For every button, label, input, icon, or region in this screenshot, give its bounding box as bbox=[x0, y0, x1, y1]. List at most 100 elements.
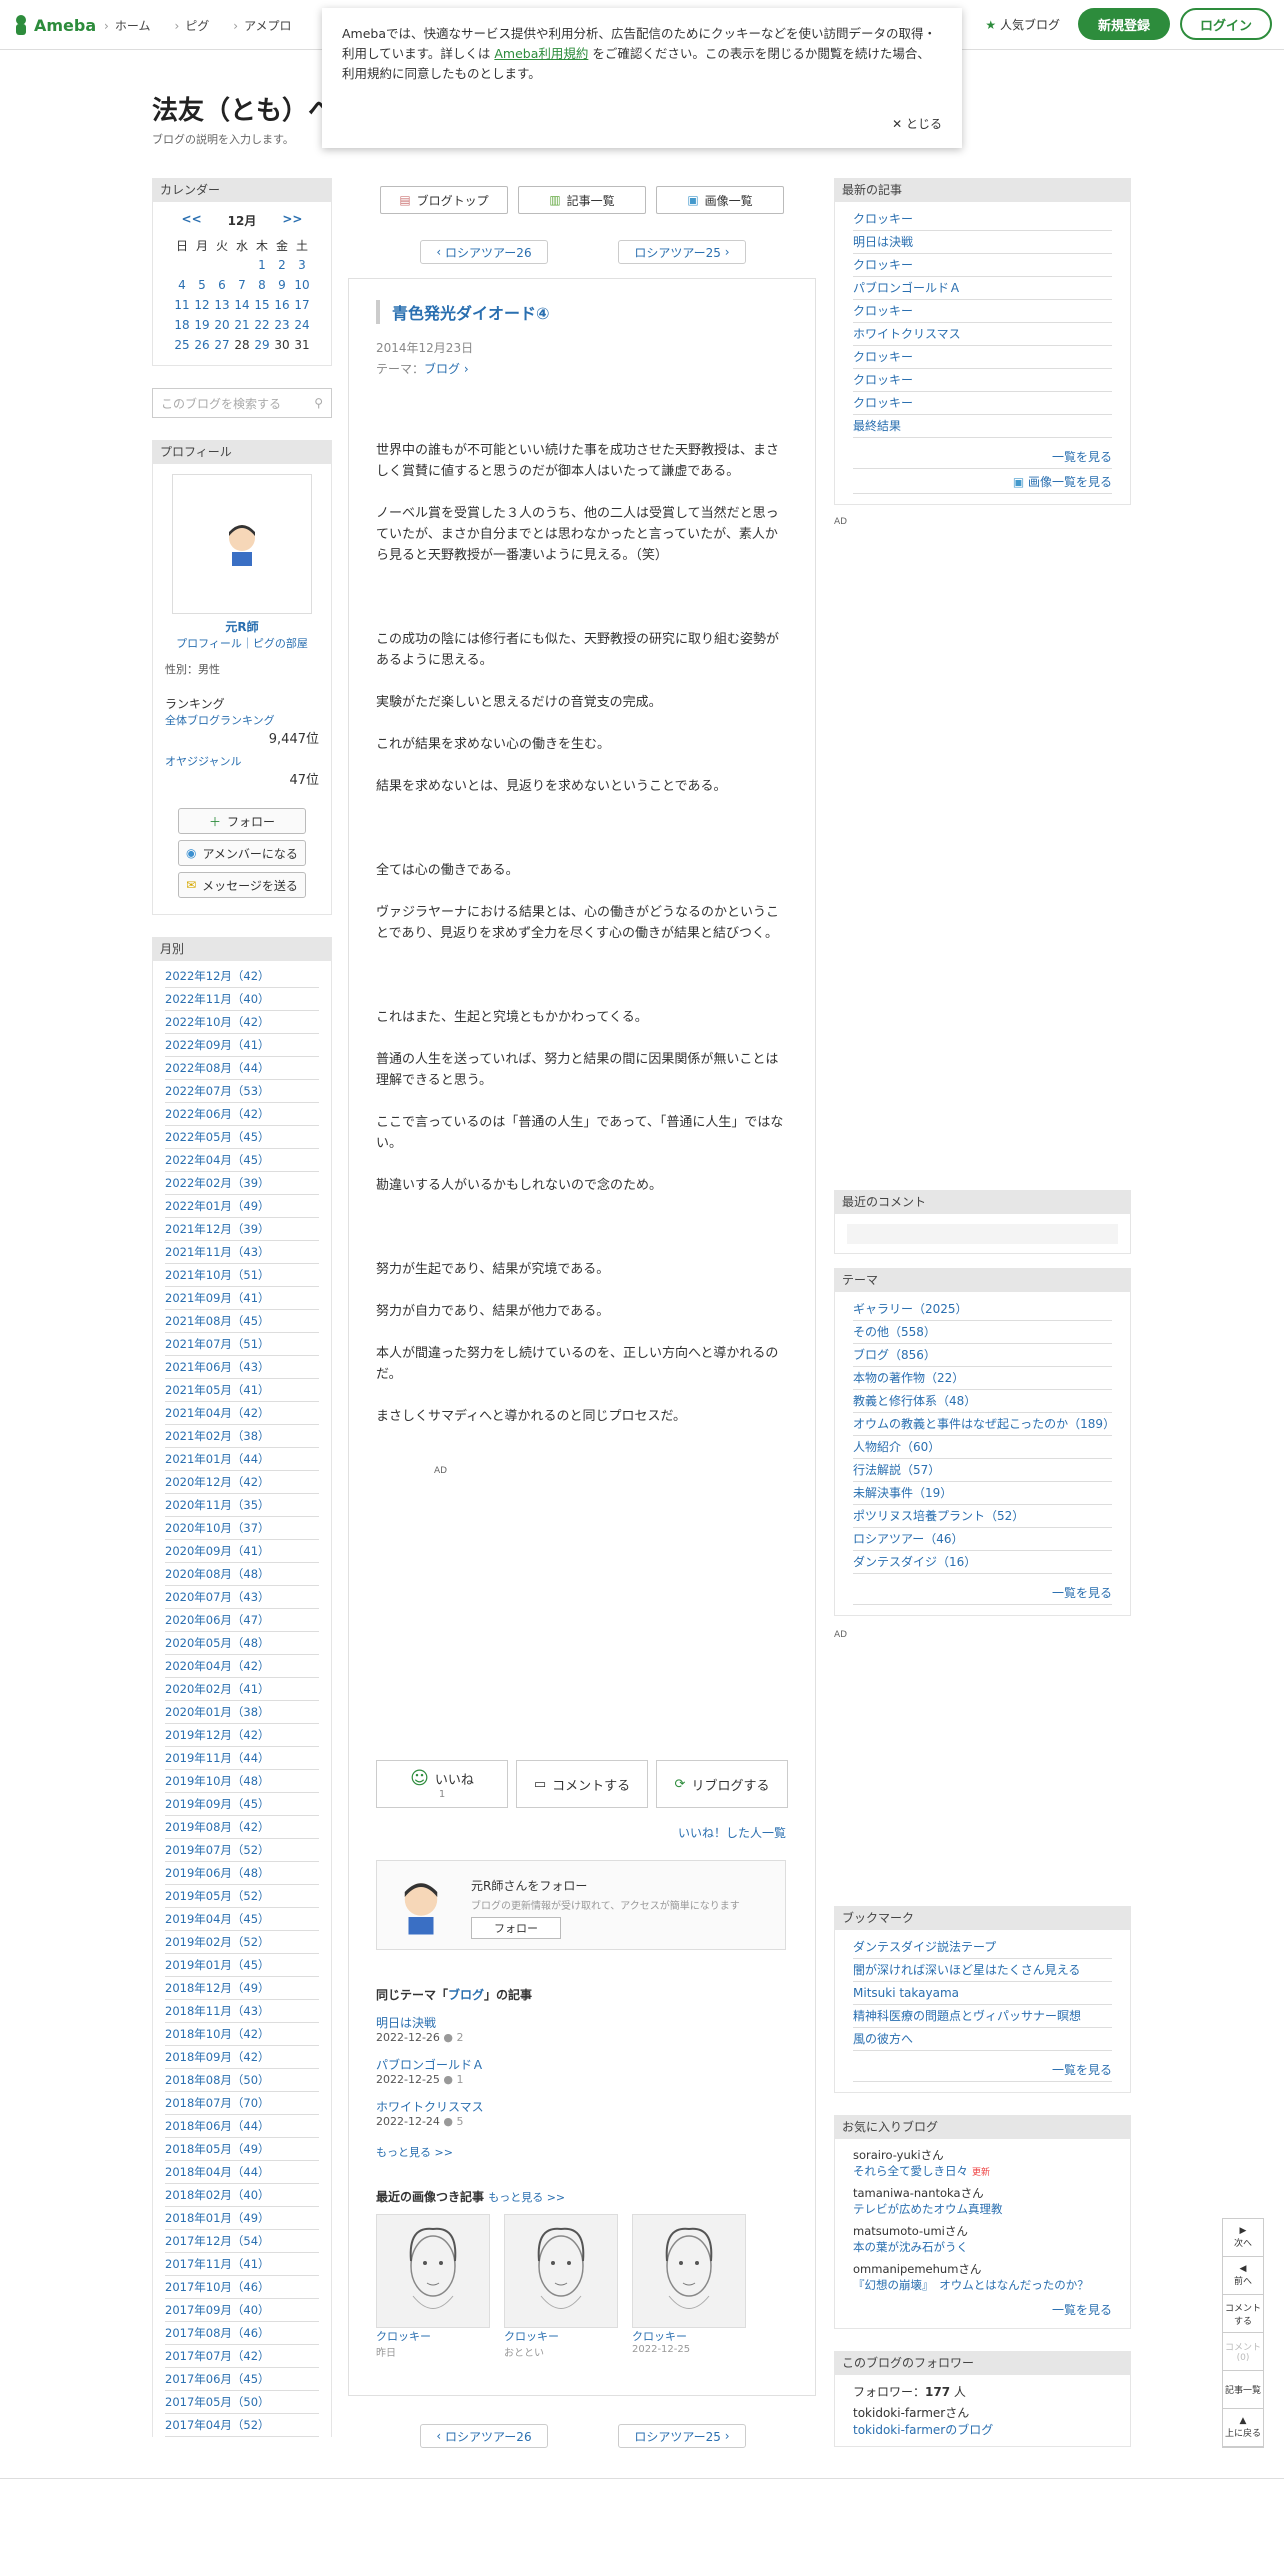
month-link[interactable]: 2020年04月（42） bbox=[165, 1655, 319, 1678]
month-link[interactable]: 2020年07月（43） bbox=[165, 1586, 319, 1609]
tab-image-list[interactable]: ▣ 画像一覧 bbox=[656, 186, 784, 214]
month-link[interactable]: 2018年07月（70） bbox=[165, 2092, 319, 2115]
calendar-day[interactable]: 8 bbox=[252, 275, 272, 295]
like-button[interactable]: ☺ いいね 1 bbox=[376, 1760, 508, 1808]
month-link[interactable]: 2021年02月（38） bbox=[165, 1425, 319, 1448]
sketch-image[interactable] bbox=[376, 2214, 490, 2328]
month-link[interactable]: 2021年09月（41） bbox=[165, 1287, 319, 1310]
calendar-day[interactable]: 26 bbox=[192, 335, 212, 355]
month-link[interactable]: 2021年05月（41） bbox=[165, 1379, 319, 1402]
month-link[interactable]: 2022年06月（42） bbox=[165, 1103, 319, 1126]
month-link[interactable]: 2021年06月（43） bbox=[165, 1356, 319, 1379]
month-link[interactable]: 2021年04月（42） bbox=[165, 1402, 319, 1425]
month-link[interactable]: 2021年08月（45） bbox=[165, 1310, 319, 1333]
amember-button[interactable]: ◉ アメンバーになる bbox=[178, 840, 306, 866]
bookmark-link[interactable]: ダンテスダイジ説法テープ bbox=[853, 1936, 1112, 1959]
month-link[interactable]: 2020年08月（48） bbox=[165, 1563, 319, 1586]
month-link[interactable]: 2018年12月（49） bbox=[165, 1977, 319, 2000]
theme-link[interactable]: 人物紹介（60） bbox=[853, 1436, 1112, 1459]
follow-card-button[interactable]: フォロー bbox=[471, 1917, 561, 1939]
entry-list-float-button[interactable]: 記事一覧 bbox=[1223, 2371, 1263, 2409]
month-link[interactable]: 2020年12月（42） bbox=[165, 1471, 319, 1494]
prev-entry-link[interactable]: ‹ ロシアツアー26 bbox=[420, 240, 548, 264]
bookmark-link[interactable]: 精神科医療の問題点とヴィパッサナー瞑想 bbox=[853, 2005, 1112, 2028]
fav-blog-title[interactable]: テレビが広めたオウム真理教 bbox=[853, 2202, 1003, 2216]
month-link[interactable]: 2021年10月（51） bbox=[165, 1264, 319, 1287]
prev-button[interactable]: ◀ 前へ bbox=[1223, 2257, 1263, 2295]
month-link[interactable]: 2021年12月（39） bbox=[165, 1218, 319, 1241]
next-entry-link[interactable]: ロシアツアー25 › bbox=[618, 240, 746, 264]
calendar-day[interactable]: 17 bbox=[292, 295, 312, 315]
calendar-day[interactable]: 2 bbox=[272, 255, 292, 275]
month-link[interactable]: 2020年09月（41） bbox=[165, 1540, 319, 1563]
comment-float-button[interactable]: コメントする bbox=[1223, 2295, 1263, 2333]
month-link[interactable]: 2022年11月（40） bbox=[165, 988, 319, 1011]
month-link[interactable]: 2022年10月（42） bbox=[165, 1011, 319, 1034]
recent-entry-link[interactable]: クロッキー bbox=[853, 208, 1112, 231]
month-link[interactable]: 2017年08月（46） bbox=[165, 2322, 319, 2345]
bookmark-link[interactable]: 闇が深ければ深いほど星はたくさん見える bbox=[853, 1959, 1112, 1982]
month-link[interactable]: 2020年02月（41） bbox=[165, 1678, 319, 1701]
fav-blog-title[interactable]: それら全て愛しき日々 bbox=[853, 2164, 968, 2178]
calendar-day[interactable]: 23 bbox=[272, 315, 292, 335]
month-link[interactable]: 2022年01月（49） bbox=[165, 1195, 319, 1218]
month-link[interactable]: 2020年10月（37） bbox=[165, 1517, 319, 1540]
month-link[interactable]: 2022年07月（53） bbox=[165, 1080, 319, 1103]
recent-entry-link[interactable]: クロッキー bbox=[853, 369, 1112, 392]
month-link[interactable]: 2019年01月（45） bbox=[165, 1954, 319, 1977]
month-link[interactable]: 2022年08月（44） bbox=[165, 1057, 319, 1080]
month-link[interactable]: 2022年09月（41） bbox=[165, 1034, 319, 1057]
calendar-day[interactable]: 5 bbox=[192, 275, 212, 295]
entry-title[interactable]: 青色発光ダイオード④ bbox=[376, 300, 550, 324]
calendar-next[interactable]: >> bbox=[282, 212, 302, 229]
image-entry[interactable]: クロッキー 2022-12-25 bbox=[632, 2214, 746, 2359]
month-link[interactable]: 2018年09月（42） bbox=[165, 2046, 319, 2069]
month-link[interactable]: 2018年08月（50） bbox=[165, 2069, 319, 2092]
month-link[interactable]: 2019年06月（48） bbox=[165, 1862, 319, 1885]
next-entry-link[interactable]: ロシアツアー25 › bbox=[618, 2424, 746, 2448]
month-link[interactable]: 2019年12月（42） bbox=[165, 1724, 319, 1747]
image-entry-title[interactable]: クロッキー bbox=[504, 2328, 618, 2344]
recent-entry-link[interactable]: クロッキー bbox=[853, 346, 1112, 369]
calendar-day[interactable]: 21 bbox=[232, 315, 252, 335]
month-link[interactable]: 2019年10月（48） bbox=[165, 1770, 319, 1793]
image-entries-more-link[interactable]: もっと見る >> bbox=[488, 2191, 565, 2204]
calendar-day[interactable]: 4 bbox=[172, 275, 192, 295]
recent-entry-link[interactable]: ホワイトクリスマス bbox=[853, 323, 1112, 346]
calendar-day[interactable]: 20 bbox=[212, 315, 232, 335]
month-link[interactable]: 2017年10月（46） bbox=[165, 2276, 319, 2299]
fav-blog-link[interactable]: 本の葉が沈み石がうく bbox=[853, 2239, 1112, 2255]
recent-entry-link[interactable]: 最終結果 bbox=[853, 415, 1112, 438]
month-link[interactable]: 2020年06月（47） bbox=[165, 1609, 319, 1632]
search-icon[interactable]: ⚲ bbox=[314, 396, 323, 410]
theme-link[interactable]: 本物の著作物（22） bbox=[853, 1367, 1112, 1390]
month-link[interactable]: 2018年10月（42） bbox=[165, 2023, 319, 2046]
calendar-day[interactable]: 27 bbox=[212, 335, 232, 355]
month-link[interactable]: 2020年11月（35） bbox=[165, 1494, 319, 1517]
calendar-prev[interactable]: << bbox=[182, 212, 202, 229]
month-link[interactable]: 2017年04月（52） bbox=[165, 2414, 319, 2437]
image-entry-title[interactable]: クロッキー bbox=[632, 2328, 746, 2344]
calendar-day[interactable]: 24 bbox=[292, 315, 312, 335]
calendar-day[interactable]: 1 bbox=[252, 255, 272, 275]
recent-entry-link[interactable]: パブロンゴールドＡ bbox=[853, 277, 1112, 300]
fav-blog-link[interactable]: 『幻想の崩壊』 オウムとはなんだったのか？ bbox=[853, 2277, 1112, 2293]
calendar-day[interactable]: 29 bbox=[252, 335, 272, 355]
calendar-day[interactable]: 13 bbox=[212, 295, 232, 315]
same-theme-entry-link[interactable]: ホワイトクリスマス bbox=[376, 2098, 484, 2115]
month-link[interactable]: 2018年04月（44） bbox=[165, 2161, 319, 2184]
month-link[interactable]: 2017年09月（40） bbox=[165, 2299, 319, 2322]
month-link[interactable]: 2017年12月（54） bbox=[165, 2230, 319, 2253]
bookmark-link[interactable]: 風の彼方へ bbox=[853, 2028, 1112, 2051]
register-button[interactable]: 新規登録 bbox=[1078, 8, 1170, 40]
same-theme-entry-link[interactable]: パブロンゴールドＡ bbox=[376, 2056, 484, 2073]
theme-link[interactable]: 教義と修行体系（48） bbox=[853, 1390, 1112, 1413]
calendar-day[interactable]: 22 bbox=[252, 315, 272, 335]
calendar-day[interactable]: 9 bbox=[272, 275, 292, 295]
month-link[interactable]: 2018年01月（49） bbox=[165, 2207, 319, 2230]
month-link[interactable]: 2017年05月（50） bbox=[165, 2391, 319, 2414]
theme-link[interactable]: 行法解説（57） bbox=[853, 1459, 1112, 1482]
recent-entry-link[interactable]: クロッキー bbox=[853, 300, 1112, 323]
month-link[interactable]: 2020年01月（38） bbox=[165, 1701, 319, 1724]
popular-blog-link[interactable]: ★ 人気ブログ bbox=[985, 16, 1060, 33]
